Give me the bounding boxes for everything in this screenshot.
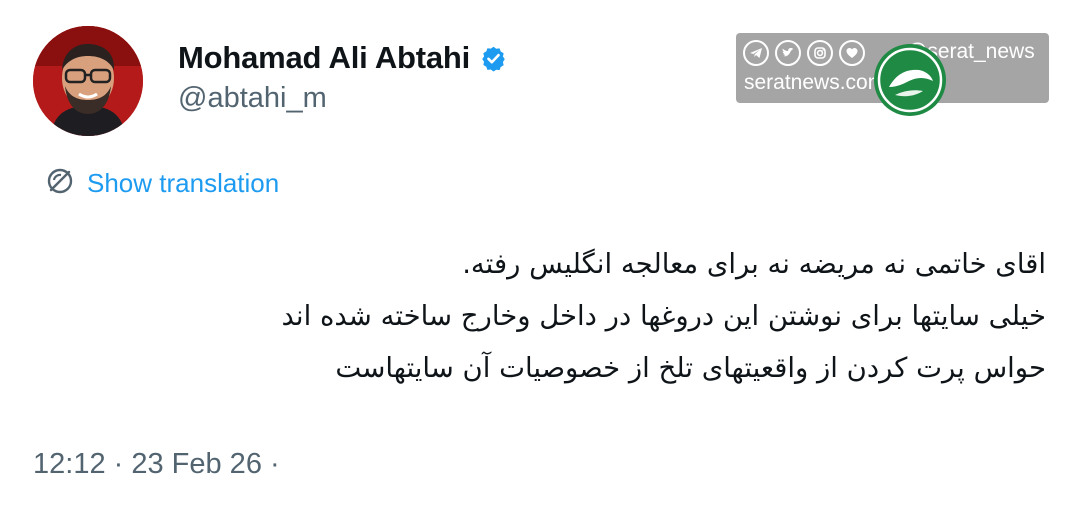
avatar[interactable] <box>33 26 143 136</box>
author-name-row: Mohamad Ali Abtahi <box>178 40 507 76</box>
avatar-photo <box>33 26 143 136</box>
author-name[interactable]: Mohamad Ali Abtahi <box>178 40 470 76</box>
verified-badge-icon <box>480 45 507 72</box>
twitter-icon <box>775 40 801 66</box>
tweet-body: اقای خاتمی نه مریضه نه برای معالجه انگلی… <box>46 238 1046 394</box>
telegram-icon <box>743 40 769 66</box>
show-translation-link[interactable]: Show translation <box>45 166 279 200</box>
serat-news-logo <box>874 44 946 116</box>
tweet-line: حواس پرت کردن از واقعیتهای تلخ از خصوصیا… <box>335 352 1046 384</box>
show-translation-label[interactable]: Show translation <box>87 168 279 199</box>
tweet-timestamp[interactable]: 12:12 · 23 Feb 26 · <box>33 448 280 481</box>
tweet-line: خیلی سایتها برای نوشتن این دروغها در داخ… <box>281 300 1046 332</box>
tweet-line: اقای خاتمی نه مریضه نه برای معالجه انگلی… <box>462 248 1046 280</box>
watermark-icons <box>743 40 865 66</box>
heart-shield-icon <box>839 40 865 66</box>
author-handle[interactable]: @abtahi_m <box>178 82 327 115</box>
watermark-site: seratnews.com <box>744 71 886 94</box>
globe-translate-icon <box>45 166 75 200</box>
instagram-icon <box>807 40 833 66</box>
